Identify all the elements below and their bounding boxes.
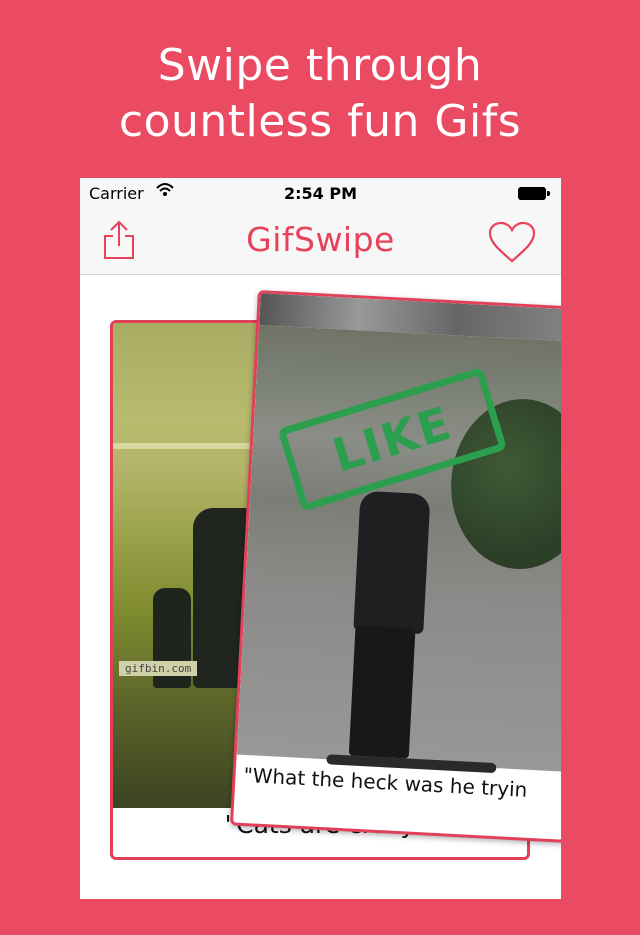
status-time: 2:54 PM xyxy=(283,184,357,203)
card-caption: "What the heck was he tryin xyxy=(242,762,528,802)
gif-card-front[interactable]: LIKE "What the heck was he tryin xyxy=(229,290,561,843)
status-bar: Carrier 2:54 PM xyxy=(80,178,561,208)
promo-line-2: countless fun Gifs xyxy=(118,96,522,147)
person-legs-shape xyxy=(348,625,416,759)
promo-headline: Swipe through countless fun Gifs xyxy=(0,38,640,150)
heart-icon xyxy=(488,221,536,263)
battery-icon xyxy=(518,187,550,200)
phone-screen: Carrier 2:54 PM GifSwipe gifbin.com LIKE… xyxy=(80,178,561,899)
person-shape xyxy=(353,490,431,635)
promo-line-1: Swipe through xyxy=(157,40,483,91)
favorite-button[interactable] xyxy=(488,221,536,263)
gif-image-skater: LIKE xyxy=(236,325,561,774)
nav-bar: GifSwipe xyxy=(80,208,561,275)
gifbin-watermark: gifbin.com xyxy=(119,661,198,676)
